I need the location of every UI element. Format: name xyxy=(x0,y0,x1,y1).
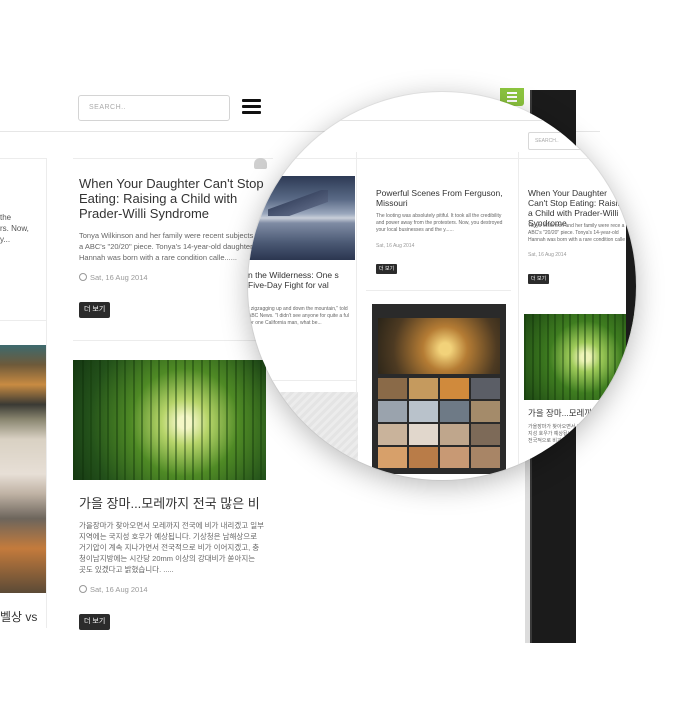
lens-placeholder-block xyxy=(248,392,358,480)
lens-post-excerpt: The looting was absolutely pitiful. It t… xyxy=(376,213,503,233)
lens-post-title[interactable]: 가을 장마...모레까지 xyxy=(528,408,628,418)
menu-icon[interactable] xyxy=(242,99,261,115)
post-card: When Your Daughter Can't Stop Eating: Ra… xyxy=(79,176,264,282)
post-excerpt: 가을장마가 찾아오면서 모레까지 전국에 비가 내리겠고 일부 지역에는 국지성… xyxy=(79,521,265,574)
post-thumbnail[interactable] xyxy=(0,345,46,593)
magnifier-lens: SEARCH.. n the Wilderness: One s Five-Da… xyxy=(248,92,636,480)
lens-read-more-button[interactable]: 더 보기 xyxy=(376,264,398,274)
post-date: Sat, 16 Aug 2014 xyxy=(79,273,264,282)
row-divider xyxy=(73,158,273,159)
lens-post-excerpt: 가을장마가 찾아오면서 모레까지 전 역에는 국지성 호우가 예상됩니다. 기 … xyxy=(528,424,626,444)
lens-post-thumbnail[interactable] xyxy=(248,176,355,260)
lens-post-thumbnail[interactable] xyxy=(524,314,636,400)
left-snippet: the xyxy=(0,213,12,222)
post-date: Sat, 16 Aug 2014 xyxy=(79,585,264,594)
lens-column-divider xyxy=(518,152,519,480)
post-title[interactable]: 가을 장마...모레까지 전국 많은 비 xyxy=(79,496,264,511)
row-divider xyxy=(0,158,46,159)
lens-row-divider xyxy=(248,158,636,159)
lens-device-frame xyxy=(626,92,636,480)
mini-photo-grid xyxy=(378,378,500,468)
row-divider xyxy=(0,320,46,321)
search-input[interactable]: SEARCH.. xyxy=(78,95,230,121)
left-snippet: rs. Now, xyxy=(0,224,29,233)
lens-post-excerpt: Tonya Wilkinson and her family were rece… xyxy=(528,223,625,243)
lens-read-more-button[interactable]: 더 보기 xyxy=(528,274,550,284)
row-divider xyxy=(73,340,273,341)
lens-row-divider xyxy=(366,290,511,291)
post-title[interactable]: 벨상 vs xyxy=(0,608,37,625)
lens-post-title[interactable]: Powerful Scenes From Ferguson, Missouri xyxy=(376,188,506,208)
lens-post-date: Sat, 16 Aug 2014 xyxy=(376,243,415,249)
clock-icon xyxy=(79,585,87,593)
post-title[interactable]: When Your Daughter Can't Stop Eating: Ra… xyxy=(79,176,264,221)
lens-post-date: Sat, 16 Aug 2014 xyxy=(528,252,567,258)
post-card: 가을 장마...모레까지 전국 많은 비 가을장마가 찾아오면서 모레까지 전국… xyxy=(79,496,264,594)
lens-post-title[interactable]: n the Wilderness: One s Five-Day Fight f… xyxy=(248,270,348,290)
mini-hero-image xyxy=(378,318,500,374)
lens-site-screenshot[interactable] xyxy=(372,304,506,474)
lens-row-divider xyxy=(248,380,356,381)
read-more-button[interactable]: 더 보기 xyxy=(79,614,111,630)
clock-icon xyxy=(79,273,87,281)
left-snippet: y... xyxy=(0,235,11,244)
search-placeholder: SEARCH.. xyxy=(89,104,127,111)
lens-header-divider xyxy=(248,120,636,121)
lens-search-placeholder: SEARCH.. xyxy=(535,138,559,144)
lens-post-title[interactable]: When Your Daughter Can't Stop Eating: Ra… xyxy=(528,188,628,228)
post-excerpt: Tonya Wilkinson and her family were rece… xyxy=(79,231,262,262)
cloud-icon xyxy=(254,158,267,169)
post-thumbnail[interactable] xyxy=(73,360,266,480)
lens-search-input[interactable]: SEARCH.. xyxy=(528,132,588,150)
lens-post-excerpt: t zigzagging up and down the mountain," … xyxy=(248,306,349,326)
column-divider xyxy=(46,158,47,628)
read-more-button[interactable]: 더 보기 xyxy=(79,302,111,318)
